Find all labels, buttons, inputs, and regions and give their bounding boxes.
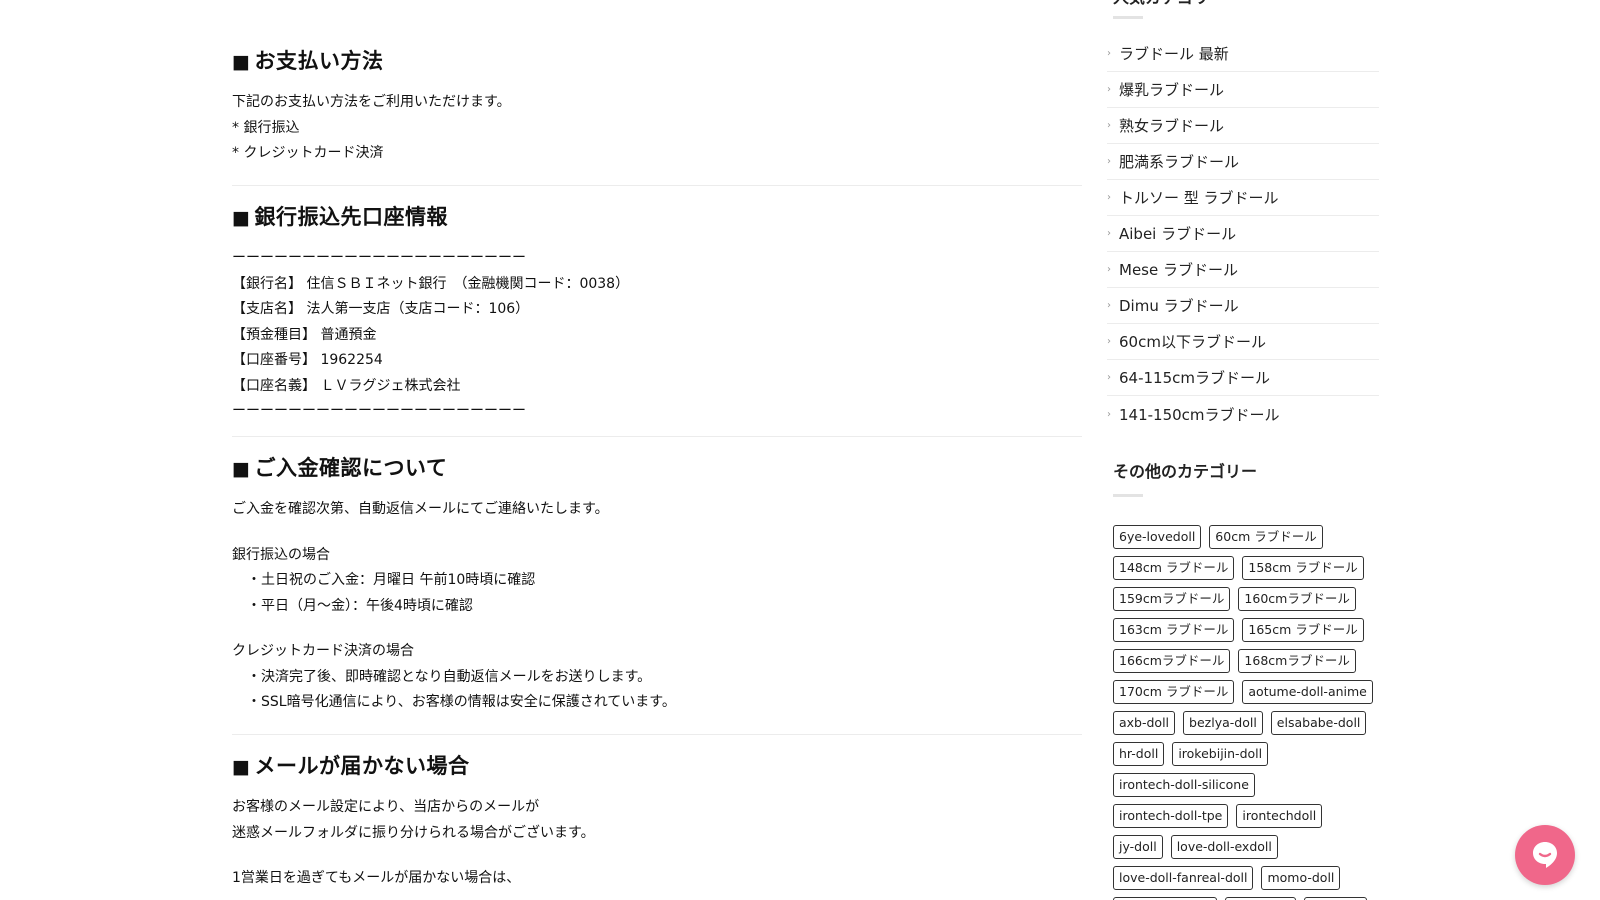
text-line: 【口座名義】 ＬＶラグジェ株式会社 [232, 377, 461, 394]
category-item[interactable]: › 熟女ラブドール [1107, 108, 1379, 144]
chevron-right-icon: › [1107, 336, 1111, 347]
category-item[interactable]: › 爆乳ラブドール [1107, 72, 1379, 108]
tag-link[interactable]: elsababe-doll [1270, 711, 1367, 735]
text-line: お客様のメール設定により、当店からのメールが [232, 799, 540, 815]
section-body: お客様のメール設定により、当店からのメールが 迷惑メールフォルダに振り分けられる… [232, 795, 1082, 892]
text-line: ・決済完了後、即時確認となり自動返信メールをお送りします。 [247, 668, 652, 685]
popular-categories-title: 人気カテゴリー [1113, 0, 1225, 9]
divider [232, 734, 1082, 735]
chevron-right-icon: › [1107, 264, 1111, 275]
tag-link[interactable]: aotume-doll-anime [1242, 680, 1373, 704]
text-line: クレジットカード決済の場合 [232, 643, 414, 659]
category-item[interactable]: › 141-150cmラブドール [1107, 396, 1379, 432]
heading-square-icon: ■ [232, 207, 251, 229]
text-line: * クレジットカード決済 [232, 145, 384, 161]
chevron-right-icon: › [1107, 48, 1111, 59]
section-heading: ■ ご入金確認について [232, 456, 448, 480]
section-body: ご入金を確認次第、自動返信メールにてご連絡いたします。 銀行振込の場合 ・土日祝… [232, 497, 1082, 716]
category-item[interactable]: › 60cm以下ラブドール [1107, 324, 1379, 360]
tag-link[interactable]: jy-doll [1113, 835, 1163, 859]
category-item[interactable]: › Aibei ラブドール [1107, 216, 1379, 252]
chevron-right-icon: › [1107, 84, 1111, 95]
text-line: ・SSL暗号化通信により、お客様の情報は安全に保護されています。 [247, 694, 676, 710]
category-item[interactable]: › トルソー 型 ラブドール [1107, 180, 1379, 216]
divider [232, 185, 1082, 186]
text-line: 下記のお支払い方法をご利用いただけます。 [232, 94, 511, 110]
text-line: 【預金種目】 普通預金 [232, 326, 377, 343]
tag-link[interactable]: 60cm ラブドール [1209, 525, 1323, 549]
section-heading: ■ メールが届かない場合 [232, 754, 470, 778]
tag-link[interactable]: irokebijin-doll [1172, 742, 1269, 766]
section-heading: ■ お支払い方法 [232, 49, 384, 73]
chevron-right-icon: › [1107, 408, 1111, 420]
heading-square-icon: ■ [232, 458, 251, 480]
tag-link[interactable]: irontech-doll-silicone [1113, 773, 1255, 797]
text-line: ・土日祝のご入金：月曜日 午前10時頃に確認 [247, 572, 536, 588]
tag-link[interactable]: 168cmラブドール [1238, 649, 1356, 673]
chevron-right-icon: › [1107, 300, 1111, 311]
text-line: ーーーーーーーーーーーーーーーーーーーーー [232, 250, 526, 266]
section-payment-confirmation: ■ ご入金確認について ご入金を確認次第、自動返信メールにてご連絡いたします。 銀… [232, 454, 1082, 716]
text-line: 【支店名】 法人第一支店（支店コード：106） [232, 301, 530, 317]
tag-link[interactable]: irontechdoll [1236, 804, 1323, 828]
category-item[interactable]: › ラブドール 最新 [1107, 36, 1379, 72]
chevron-right-icon: › [1107, 156, 1111, 167]
section-email-not-received: ■ メールが届かない場合 お客様のメール設定により、当店からのメールが 迷惑メール… [232, 752, 1082, 892]
tag-link[interactable]: axb-doll [1113, 711, 1176, 735]
chevron-right-icon: › [1107, 228, 1111, 239]
tag-link[interactable]: 170cm ラブドール [1113, 680, 1235, 704]
category-item[interactable]: › Dimu ラブドール [1107, 288, 1379, 324]
text-line: ご入金を確認次第、自動返信メールにてご連絡いたします。 [232, 501, 609, 517]
page: ■ お支払い方法 下記のお支払い方法をご利用いただけます。 * 銀行振込 * クレ… [0, 0, 1600, 900]
text-line: 【口座番号】 1962254 [232, 352, 383, 368]
tag-link[interactable]: 160cmラブドール [1238, 587, 1356, 611]
tag-cloud: 6ye-lovedoll 60cm ラブドール 148cm ラブドール 158c… [1113, 525, 1375, 900]
tag-link[interactable]: irontech-doll-tpe [1113, 804, 1229, 828]
chevron-right-icon: › [1107, 372, 1111, 383]
category-item[interactable]: › 肥満系ラブドール [1107, 144, 1379, 180]
section-bank-account: ■ 銀行振込先口座情報 ーーーーーーーーーーーーーーーーーーーーー 【銀行名】 住… [232, 203, 1082, 425]
heading-square-icon: ■ [232, 51, 251, 73]
category-list: › ラブドール 最新 › 爆乳ラブドール › 熟女ラブドール › 肥満系ラブドール › ト… [1107, 36, 1379, 432]
tag-link[interactable]: love-doll-exdoll [1170, 835, 1278, 859]
section-body: ーーーーーーーーーーーーーーーーーーーーー 【銀行名】 住信ＳＢＩネット銀行 （… [232, 246, 1082, 425]
tag-link[interactable]: 158cm ラブドール [1242, 556, 1364, 580]
tag-link[interactable]: bezlya-doll [1183, 711, 1263, 735]
tag-link[interactable]: hr-doll [1113, 742, 1165, 766]
text-line: * 銀行振込 [232, 119, 300, 136]
chat-bubble-icon [1533, 842, 1557, 868]
section-body: 下記のお支払い方法をご利用いただけます。 * 銀行振込 * クレジットカード決済 [232, 90, 1082, 167]
category-item[interactable]: › 64-115cmラブドール [1107, 360, 1379, 396]
text-line: ーーーーーーーーーーーーーーーーーーーーー [232, 403, 526, 419]
title-underline [1113, 494, 1143, 497]
tag-link[interactable]: 166cmラブドール [1113, 649, 1231, 673]
tag-link[interactable]: love-doll-fanreal-doll [1113, 866, 1254, 890]
text-line: 迷惑メールフォルダに振り分けられる場合がございます。 [232, 824, 595, 841]
chevron-right-icon: › [1107, 192, 1111, 203]
text-line: 1営業日を過ぎてもメールが届かない場合は、 [232, 870, 521, 886]
other-categories-title: その他のカテゴリー [1113, 462, 1258, 481]
tag-link[interactable]: 163cm ラブドール [1113, 618, 1235, 642]
text-line: ・平日（月～金）：午後4時頃に確認 [247, 597, 473, 614]
tag-link[interactable]: 6ye-lovedoll [1113, 525, 1202, 549]
chat-button[interactable] [1515, 825, 1575, 885]
tag-link[interactable]: 165cm ラブドール [1242, 618, 1364, 642]
chevron-right-icon: › [1107, 120, 1111, 131]
category-item[interactable]: › Mese ラブドール [1107, 252, 1379, 288]
section-payment-methods: ■ お支払い方法 下記のお支払い方法をご利用いただけます。 * 銀行振込 * クレ… [232, 47, 1082, 167]
title-underline [1113, 16, 1143, 19]
tag-link[interactable]: momo-doll [1261, 866, 1341, 890]
tag-link[interactable]: 148cm ラブドール [1113, 556, 1235, 580]
tag-link[interactable]: 159cmラブドール [1113, 587, 1231, 611]
text-line: 銀行振込の場合 [232, 546, 330, 563]
section-heading: ■ 銀行振込先口座情報 [232, 205, 448, 229]
heading-square-icon: ■ [232, 756, 251, 778]
text-line: 【銀行名】 住信ＳＢＩネット銀行 （金融機関コード：0038） [232, 275, 630, 292]
divider [232, 436, 1082, 437]
